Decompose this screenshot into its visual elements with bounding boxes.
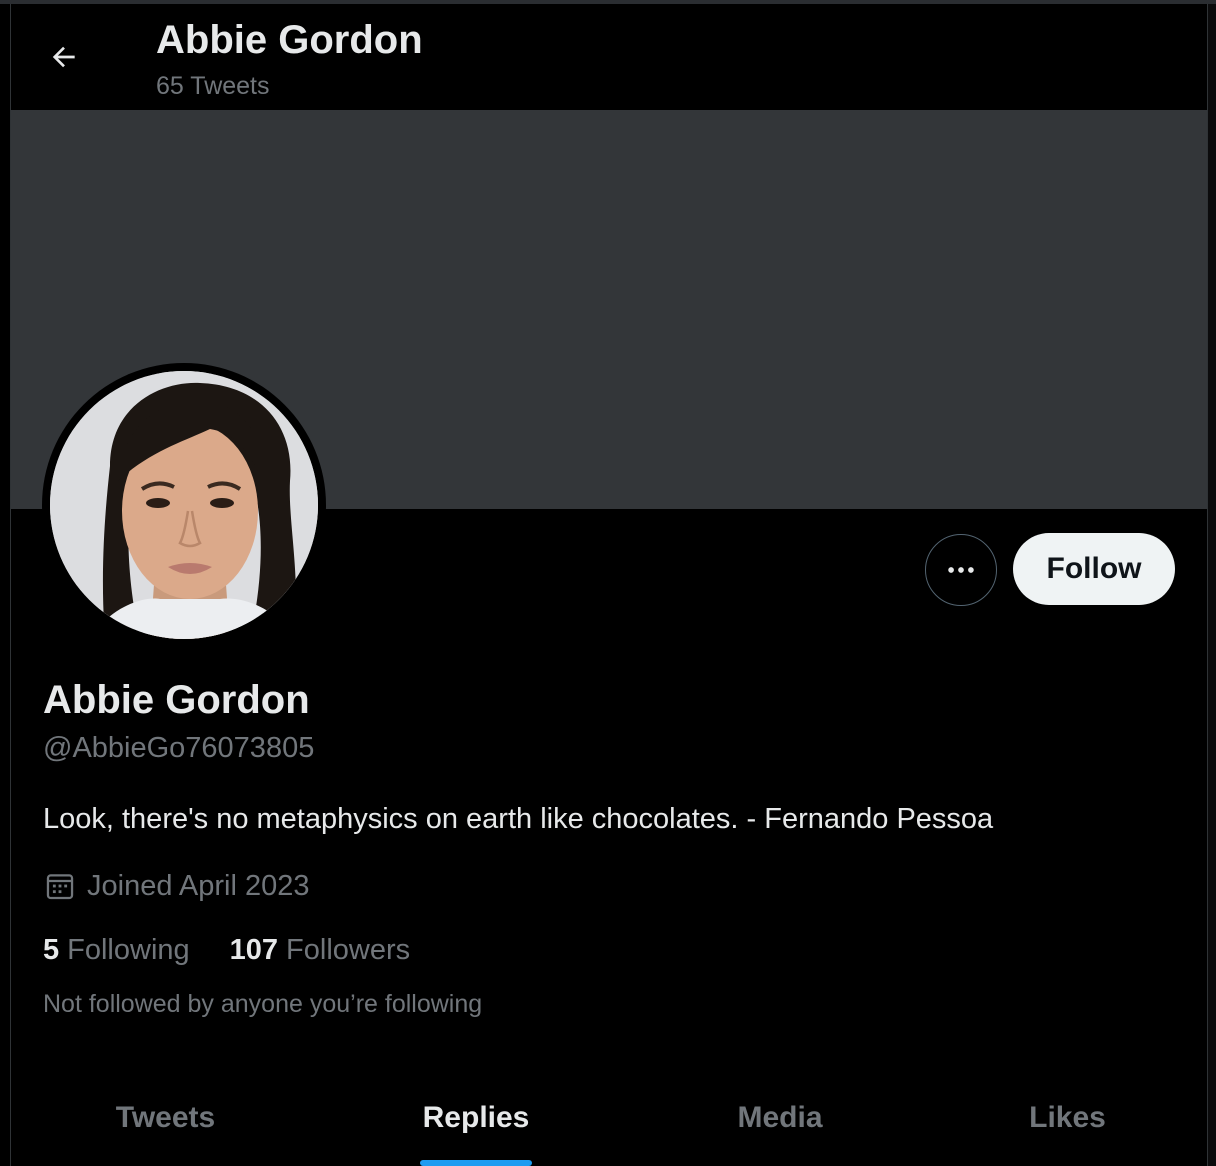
followers-count: 107 (229, 933, 279, 966)
joined-date: Joined April 2023 (87, 869, 310, 902)
tab-likes[interactable]: Likes (928, 1070, 1207, 1166)
follow-button[interactable]: Follow (1013, 533, 1175, 605)
arrow-left-icon (52, 46, 75, 68)
header-title: Abbie Gordon (156, 18, 423, 62)
tab-replies[interactable]: Replies (320, 1070, 632, 1166)
following-label: Following (67, 933, 190, 966)
active-tab-indicator (420, 1160, 532, 1166)
profile-page: Abbie Gordon 65 Tweets Follow Abbie Gord… (0, 0, 1216, 1166)
following-link[interactable]: 5 Following (43, 934, 190, 967)
profile-bio: Look, there's no metaphysics on earth li… (43, 803, 994, 835)
joined-date-row: Joined April 2023 (43, 866, 310, 906)
mutual-followers-note: Not followed by anyone you’re following (43, 990, 483, 1018)
follow-stats: 5 Following 107 Followers (43, 930, 410, 970)
profile-header: Abbie Gordon 65 Tweets (11, 4, 1207, 110)
tweet-count: 65 Tweets (156, 72, 270, 100)
avatar-portrait (50, 371, 318, 639)
right-gutter (1208, 4, 1216, 1166)
more-options-icon (948, 567, 974, 573)
profile-display-name: Abbie Gordon (43, 678, 310, 722)
profile-handle: @AbbieGo76073805 (43, 732, 315, 764)
tab-tweets[interactable]: Tweets (11, 1070, 320, 1166)
more-options-button[interactable] (925, 534, 997, 606)
back-button[interactable] (41, 34, 87, 80)
profile-tabs: Tweets Replies Media Likes (11, 1070, 1207, 1166)
tab-media[interactable]: Media (632, 1070, 928, 1166)
avatar-ring (42, 363, 326, 647)
avatar[interactable] (50, 371, 318, 639)
calendar-icon (46, 874, 74, 900)
followers-label: Followers (286, 933, 411, 966)
following-count: 5 (43, 933, 60, 966)
followers-link[interactable]: 107 Followers (230, 934, 410, 967)
